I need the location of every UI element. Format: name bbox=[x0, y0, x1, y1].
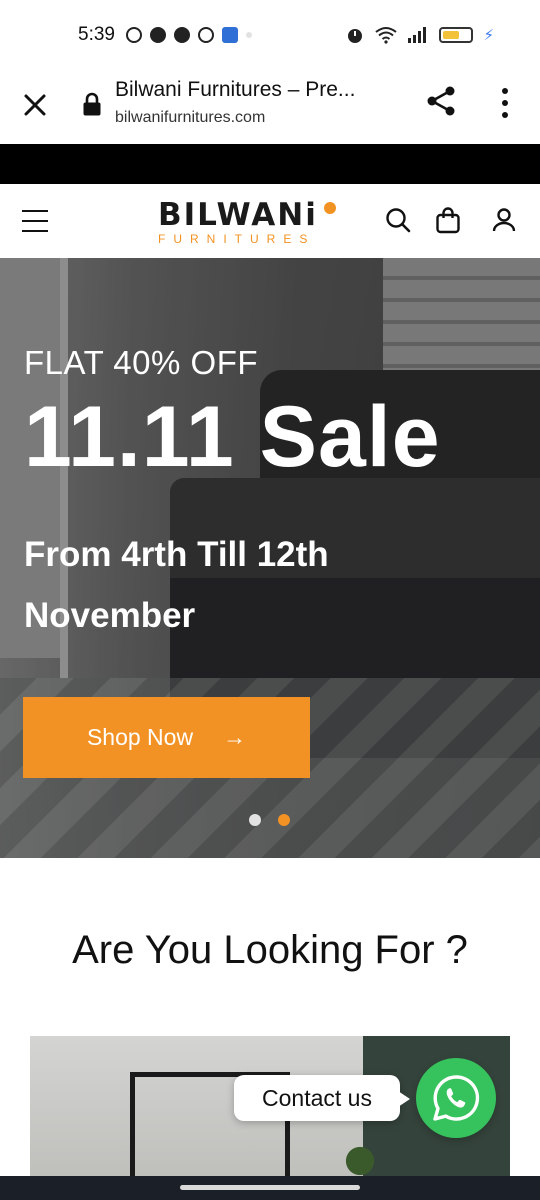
shop-now-button[interactable]: Shop Now → bbox=[23, 697, 310, 778]
wifi-icon bbox=[375, 27, 398, 44]
browser-toolbar: Bilwani Furnitures – Pre... bilwanifurni… bbox=[0, 70, 540, 144]
lock-icon bbox=[83, 92, 101, 116]
page-title[interactable]: Bilwani Furnitures – Pre... bbox=[115, 78, 355, 102]
site-header: BILWANi FURNITURES bbox=[0, 184, 540, 258]
alarm-icon bbox=[348, 29, 363, 43]
app-icon bbox=[222, 27, 238, 43]
status-time: 5:39 bbox=[78, 24, 115, 45]
arrow-right-icon: → bbox=[223, 724, 247, 750]
hero-banner: FLAT 40% OFF 11.11 Sale From 4rth Till 1… bbox=[0, 258, 540, 858]
charging-icon: ⚡ bbox=[483, 27, 494, 44]
hero-title: 11.11 Sale bbox=[24, 389, 441, 485]
menu-line bbox=[22, 210, 48, 212]
more-notifications-icon bbox=[246, 32, 252, 38]
shield-icon bbox=[198, 27, 214, 43]
notification-icons bbox=[126, 27, 252, 43]
hero-eyebrow: FLAT 40% OFF bbox=[24, 344, 259, 381]
more-options-button[interactable] bbox=[494, 88, 516, 118]
slider-dots bbox=[249, 814, 290, 826]
announcement-bar bbox=[0, 144, 540, 184]
signal-icon bbox=[408, 27, 427, 43]
messages-icon bbox=[126, 27, 142, 43]
status-bar: 5:39 ⚡ bbox=[0, 0, 540, 70]
section-title: Are You Looking For ? bbox=[72, 928, 468, 972]
home-gesture-handle[interactable] bbox=[180, 1185, 360, 1190]
share-button[interactable] bbox=[424, 84, 458, 118]
messenger-icon bbox=[174, 27, 190, 43]
system-icons: ⚡ bbox=[345, 25, 494, 45]
logo-dot bbox=[324, 202, 336, 214]
menu-button[interactable] bbox=[22, 210, 48, 232]
logo-tagline: FURNITURES bbox=[158, 232, 316, 246]
search-icon[interactable] bbox=[384, 206, 412, 234]
site-logo[interactable]: BILWANi FURNITURES bbox=[158, 198, 338, 246]
more-dot bbox=[502, 100, 508, 106]
menu-line bbox=[22, 230, 48, 232]
more-dot bbox=[502, 112, 508, 118]
page-url[interactable]: bilwanifurnitures.com bbox=[115, 109, 265, 127]
whatsapp-button[interactable] bbox=[416, 1058, 496, 1138]
logo-wordmark: BILWANi bbox=[158, 197, 318, 233]
slider-dot-1[interactable] bbox=[249, 814, 261, 826]
shop-now-label: Shop Now bbox=[86, 724, 194, 750]
whatsapp-icon bbox=[433, 1075, 480, 1121]
close-tab-button[interactable] bbox=[18, 88, 52, 122]
account-icon[interactable] bbox=[490, 206, 518, 234]
chat-icon bbox=[150, 27, 166, 43]
battery-icon bbox=[439, 27, 474, 43]
slider-dot-2[interactable] bbox=[278, 814, 290, 826]
more-dot bbox=[502, 88, 508, 94]
system-navigation-bar bbox=[0, 1176, 540, 1200]
contact-us-label[interactable]: Contact us bbox=[234, 1075, 410, 1121]
shopping-bag-icon[interactable] bbox=[434, 206, 462, 234]
hero-subtitle: From 4rth Till 12th November bbox=[24, 535, 329, 635]
menu-line bbox=[22, 220, 48, 222]
category-plant bbox=[330, 1126, 390, 1176]
